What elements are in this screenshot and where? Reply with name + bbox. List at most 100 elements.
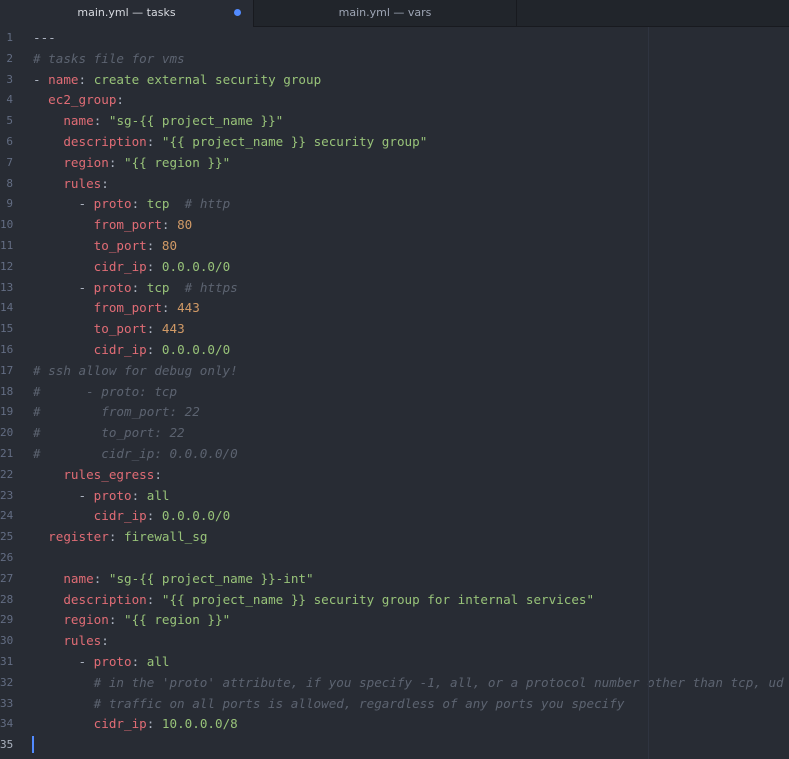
code-token: # cidr_ip: 0.0.0.0/0 — [33, 446, 238, 461]
code-line[interactable]: 2 # tasks file for vms — [0, 48, 789, 69]
code-token: rules — [63, 175, 102, 191]
code-text: name: "sg-{{ project_name }}-int" — [33, 568, 314, 589]
code-token: : — [131, 654, 147, 669]
code-line[interactable]: 16 cidr_ip: 0.0.0.0/0 — [0, 339, 789, 360]
line-number: 28 — [0, 592, 14, 606]
code-token: proto — [93, 196, 132, 212]
code-token: : — [116, 92, 125, 108]
tab-label: main.yml — tasks — [77, 6, 176, 19]
code-line[interactable]: 20 # to_port: 22 — [0, 422, 789, 443]
line-number: 22 — [0, 467, 14, 481]
code-token: # http — [169, 196, 231, 212]
code-token: region — [63, 154, 109, 170]
code-token: 80 — [177, 217, 193, 233]
tab-bar: main.yml — tasks main.yml — vars — [0, 0, 789, 27]
code-line[interactable]: 26 — [0, 547, 789, 568]
code-text: region: "{{ region }}" — [33, 152, 230, 173]
code-token: 443 — [161, 321, 185, 337]
tab-vars-main-yml[interactable]: main.yml — vars — [254, 0, 517, 26]
code-line[interactable]: 13 - proto: tcp # https — [0, 277, 789, 298]
code-text: --- — [33, 27, 56, 48]
code-line[interactable]: 3 - name: create external security group — [0, 69, 789, 90]
text-cursor — [32, 736, 34, 754]
code-text: description: "{{ project_name }} securit… — [33, 131, 427, 152]
line-number: 4 — [6, 93, 13, 107]
code-line[interactable]: 1 --- — [0, 27, 789, 48]
code-token: ec2_group — [48, 92, 117, 108]
line-number: 23 — [0, 488, 14, 502]
code-line[interactable]: 24 cidr_ip: 0.0.0.0/0 — [0, 505, 789, 526]
code-token: : — [108, 154, 125, 170]
line-number: 32 — [0, 675, 14, 689]
code-text: # tasks file for vms — [33, 48, 185, 69]
code-editor[interactable]: 1 --- 2 # tasks file for vms 3- name: create… — [0, 27, 789, 759]
code-token: tcp — [146, 279, 170, 295]
line-number: 19 — [0, 405, 14, 419]
code-token: : — [154, 466, 162, 482]
code-token: "sg-{{ project_name }}" — [108, 113, 284, 129]
code-line[interactable]: 10 from_port: 80 — [0, 214, 789, 235]
code-token: to_port — [93, 238, 147, 253]
code-token: "sg-{{ project_name }}-int" — [108, 570, 314, 586]
code-line[interactable]: 15 to_port: 443 — [0, 318, 789, 339]
code-line[interactable]: 19 # from_port: 22 — [0, 401, 789, 422]
code-line[interactable]: 14 from_port: 443 — [0, 297, 789, 318]
line-number: 24 — [0, 509, 14, 523]
code-line[interactable]: 18 # - proto: tcp — [0, 381, 789, 402]
line-number: 21 — [0, 447, 14, 460]
code-line[interactable]: 11 to_port: 80 — [0, 235, 789, 256]
code-text: to_port: 80 — [33, 235, 177, 256]
line-number: 25 — [0, 530, 14, 544]
code-token: # - proto: tcp — [33, 383, 178, 399]
code-line[interactable]: 23 - proto: all — [0, 485, 789, 506]
code-line[interactable]: 30 rules: — [0, 630, 789, 651]
code-line[interactable]: 34 cidr_ip: 10.0.0.0/8 — [0, 713, 789, 734]
line-number: 33 — [0, 696, 14, 710]
code-line[interactable]: 5 name: "sg-{{ project_name }}" — [0, 110, 789, 131]
code-line[interactable]: 29 region: "{{ region }}" — [0, 609, 789, 630]
code-token: 0.0.0.0/0 — [161, 258, 231, 274]
code-line[interactable]: 31 - proto: all — [0, 651, 789, 672]
code-line[interactable]: 28 description: "{{ project_name }} secu… — [0, 589, 789, 610]
code-line[interactable]: 32 # in the 'proto' attribute, if you sp… — [0, 672, 789, 693]
code-token: "{{ project_name }} security group for i… — [161, 591, 595, 607]
code-text: name: "sg-{{ project_name }}" — [33, 110, 283, 131]
code-line[interactable]: 7 region: "{{ region }}" — [0, 152, 789, 173]
code-token: rules_egress — [63, 466, 155, 482]
code-line[interactable]: 21 # cidr_ip: 0.0.0.0/0 — [0, 443, 789, 464]
code-token: name — [63, 113, 94, 129]
code-line[interactable]: 33 # traffic on all ports is allowed, re… — [0, 693, 789, 714]
code-token: : — [101, 633, 109, 649]
code-token: name — [63, 570, 94, 586]
wrap-guide — [648, 27, 649, 759]
code-line[interactable]: 25 register: firewall_sg — [0, 526, 789, 547]
code-line[interactable]: 6 description: "{{ project_name }} secur… — [0, 131, 789, 152]
code-line[interactable]: 22 rules_egress: — [0, 464, 789, 485]
code-line[interactable]: 8 rules: — [0, 173, 789, 194]
code-token: firewall_sg — [124, 529, 208, 545]
code-line[interactable]: 12 cidr_ip: 0.0.0.0/0 — [0, 256, 789, 277]
modified-indicator-icon — [234, 9, 241, 16]
code-text: register: firewall_sg — [33, 526, 207, 547]
code-text: ec2_group: — [33, 89, 124, 110]
code-token: cidr_ip — [93, 716, 147, 732]
line-number: 5 — [6, 114, 13, 128]
code-line[interactable]: 4 ec2_group: — [0, 89, 789, 110]
tab-tasks-main-yml[interactable]: main.yml — tasks — [0, 0, 254, 27]
line-number: 8 — [6, 176, 13, 190]
code-token: --- — [33, 30, 56, 45]
code-line[interactable]: 17 # ssh allow for debug only! — [0, 360, 789, 381]
code-line[interactable]: 9 - proto: tcp # http — [0, 193, 789, 214]
code-token: : — [146, 238, 162, 253]
code-line[interactable]: 27 name: "sg-{{ project_name }}-int" — [0, 568, 789, 589]
code-line[interactable]: 35 — [0, 734, 789, 755]
